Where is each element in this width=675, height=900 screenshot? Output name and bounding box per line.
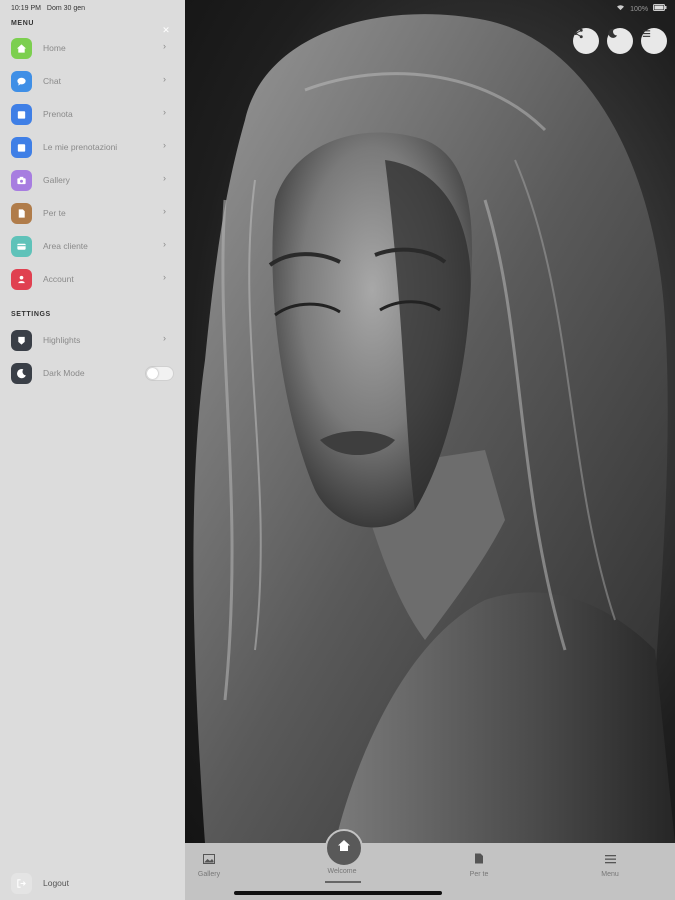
sidebar-item-per-te[interactable]: Per te › [0, 201, 185, 227]
hero-photo [185, 0, 675, 843]
chevron-right-icon: › [163, 41, 166, 51]
sidebar-item-prenota[interactable]: Prenota › [0, 102, 185, 128]
chevron-right-icon: › [163, 333, 166, 343]
settings-section-title: SETTINGS [11, 311, 51, 318]
logout-button[interactable]: Logout [0, 871, 185, 897]
document-icon [11, 203, 32, 224]
sidebar-item-label: Highlights [43, 335, 81, 345]
logout-label: Logout [43, 878, 69, 888]
sidebar-item-label: Gallery [43, 175, 70, 185]
status-date: Dom 30 gen [46, 5, 86, 12]
card-icon [11, 236, 32, 257]
sidebar-item-account[interactable]: Account › [0, 267, 185, 293]
home-icon [11, 38, 32, 59]
sidebar-item-home[interactable]: Home › [0, 36, 185, 62]
chevron-right-icon: › [163, 272, 166, 282]
close-icon[interactable]: ✕ [161, 25, 171, 35]
sidebar-item-label: Le mie prenotazioni [43, 142, 118, 152]
user-icon [11, 269, 32, 290]
moon-icon [11, 363, 32, 384]
sidebar-item-label: Chat [43, 76, 61, 86]
sidebar-item-label: Per te [43, 208, 66, 218]
tab-label: Gallery [197, 871, 221, 878]
sidebar-item-label: Home [43, 43, 66, 53]
chevron-right-icon: › [163, 173, 166, 183]
sidebar-item-highlights[interactable]: Highlights › [0, 328, 185, 354]
status-time: 10:19 PM [11, 5, 41, 12]
tab-label: Menu [601, 871, 619, 878]
battery-percent: 100% [630, 6, 649, 13]
menu-icon [604, 851, 616, 868]
calendar-icon [11, 104, 32, 125]
sidebar-item-gallery[interactable]: Gallery › [0, 168, 185, 194]
menu-button[interactable] [641, 28, 667, 54]
chevron-right-icon: › [163, 107, 166, 117]
menu-section-title: MENU [11, 20, 35, 27]
sidebar-item-label: Dark Mode [43, 368, 85, 378]
tab-welcome-home-button[interactable] [325, 829, 363, 867]
chevron-right-icon: › [163, 206, 166, 216]
dark-mode-button[interactable] [607, 28, 633, 54]
bottom-tab-bar: Gallery Welcome Per te Menu [185, 829, 675, 900]
calendar-check-icon [11, 137, 32, 158]
share-button[interactable] [573, 28, 599, 54]
highlight-icon [11, 330, 32, 351]
sidebar-item-chat[interactable]: Chat › [0, 69, 185, 95]
sidebar-item-label: Area cliente [43, 241, 88, 251]
tab-welcome-label[interactable]: Welcome [317, 868, 367, 875]
sidebar-item-area-cliente[interactable]: Area cliente › [0, 234, 185, 260]
sidebar-item-label: Account [43, 274, 74, 284]
document-icon [474, 851, 484, 868]
sidebar-item-dark-mode: Dark Mode [0, 361, 185, 387]
side-menu: 10:19 PM Dom 30 gen MENU ✕ Home › Chat ›… [0, 0, 185, 900]
chat-icon [11, 71, 32, 92]
home-indicator [234, 891, 442, 895]
sidebar-item-label: Prenota [43, 109, 73, 119]
active-tab-indicator [325, 881, 361, 883]
chevron-right-icon: › [163, 74, 166, 84]
tab-menu[interactable]: Menu [592, 851, 628, 878]
status-time-date: 10:19 PM Dom 30 gen [11, 5, 85, 12]
home-icon [337, 839, 351, 857]
chevron-right-icon: › [163, 239, 166, 249]
image-icon [203, 851, 215, 868]
sidebar-item-le-mie-prenotazioni[interactable]: Le mie prenotazioni › [0, 135, 185, 161]
tab-per-te[interactable]: Per te [461, 851, 497, 878]
toggle-knob [147, 368, 158, 379]
camera-icon [11, 170, 32, 191]
tab-label: Per te [469, 871, 489, 878]
dark-mode-toggle[interactable] [145, 366, 174, 381]
portrait-image [193, 14, 675, 843]
chevron-right-icon: › [163, 140, 166, 150]
logout-icon [11, 873, 32, 894]
wifi-icon [616, 5, 627, 13]
tab-gallery[interactable]: Gallery [191, 851, 227, 878]
battery-icon [653, 4, 667, 13]
status-indicators: 100% [616, 4, 667, 13]
